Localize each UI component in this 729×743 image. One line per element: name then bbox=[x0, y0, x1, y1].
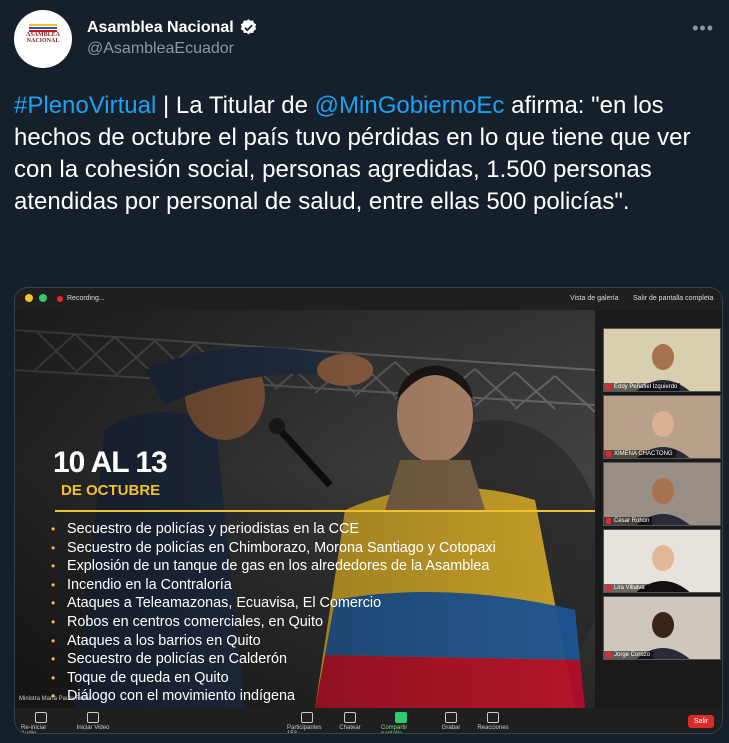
event-text: Diálogo con el movimiento indígena bbox=[67, 688, 295, 705]
muted-mic-icon bbox=[606, 585, 611, 591]
muted-mic-icon bbox=[606, 451, 611, 457]
participant-name: XIMENA CHACTONG bbox=[604, 450, 676, 458]
speaker-credit: Ministra María Paula Romo bbox=[19, 696, 92, 702]
chat-label: Chatear bbox=[339, 725, 361, 731]
participant-name: Jorge Corozo bbox=[604, 651, 654, 659]
recording-indicator: Recording... bbox=[57, 295, 105, 302]
bullet-icon: • bbox=[51, 614, 56, 629]
zoom-top-bar: Recording... Vista de galería Salir de p… bbox=[15, 288, 722, 310]
share-label: Compartir pantalla bbox=[381, 725, 408, 734]
event-item: • Secuestro de policías en Calderón bbox=[51, 650, 496, 669]
event-item: • Secuestro de policías y periodistas en … bbox=[51, 520, 496, 539]
participants-label: Participantes 153 bbox=[287, 725, 327, 734]
recording-dot-icon bbox=[57, 295, 63, 302]
account-name[interactable]: Asamblea Nacional bbox=[87, 19, 234, 37]
record-label: Grabar bbox=[441, 725, 461, 731]
tweet-text: #PlenoVirtual | La Titular de @MinGobier… bbox=[14, 90, 714, 218]
share-screen-button[interactable]: Compartir pantalla bbox=[381, 712, 421, 734]
audio-label: Re-iniciar Audio bbox=[21, 725, 47, 734]
chat-icon bbox=[344, 712, 356, 723]
yellow-divider bbox=[55, 510, 595, 512]
record-icon bbox=[445, 712, 457, 723]
shared-screen: 10 AL 13 DE OCTUBRE • Secuestro de policí… bbox=[15, 310, 595, 708]
chat-button[interactable]: Chatear bbox=[330, 712, 370, 731]
bullet-icon: • bbox=[51, 633, 56, 648]
participant-name: Eddy Peñafiel Izquierdo bbox=[604, 383, 681, 391]
event-text: Incendio en la Contraloría bbox=[67, 576, 232, 593]
muted-mic-icon bbox=[606, 384, 611, 390]
tweet-text-part1: | La Titular de bbox=[156, 92, 315, 119]
muted-mic-icon bbox=[606, 652, 611, 658]
bullet-icon: • bbox=[51, 540, 56, 555]
reactions-button[interactable]: Reacciones bbox=[473, 712, 513, 731]
verified-badge-icon bbox=[240, 19, 256, 35]
event-item: • Robos en centros comerciales, en Quito bbox=[51, 613, 496, 632]
event-item: • Incendio en la Contraloría bbox=[51, 576, 496, 595]
event-text: Secuestro de policías y periodistas en l… bbox=[67, 521, 359, 537]
bullet-icon: • bbox=[51, 596, 56, 611]
more-options-icon[interactable]: ••• bbox=[692, 18, 714, 39]
participant-tile[interactable]: XIMENA CHACTONG bbox=[603, 395, 721, 459]
bullet-icon: • bbox=[51, 652, 56, 667]
zoom-status-icons bbox=[25, 294, 47, 302]
event-item: • Ataques a los barrios en Quito bbox=[51, 632, 496, 651]
event-text: Ataques a Teleamazonas, Ecuavisa, El Com… bbox=[67, 595, 382, 612]
leave-meeting-button[interactable]: Salir bbox=[687, 715, 714, 728]
event-text: Toque de queda en Quito bbox=[67, 669, 229, 686]
event-text: Robos en centros comerciales, en Quito bbox=[67, 613, 323, 630]
events-list: • Secuestro de policías y periodistas en … bbox=[51, 520, 496, 706]
record-button[interactable]: Grabar bbox=[431, 712, 471, 731]
recording-label: Recording... bbox=[67, 295, 105, 302]
bullet-icon: • bbox=[51, 670, 56, 685]
participant-tile[interactable]: Eddy Peñafiel Izquierdo bbox=[603, 328, 721, 392]
bullet-icon: • bbox=[51, 522, 56, 536]
audio-button[interactable]: Re-iniciar Audio bbox=[21, 712, 61, 734]
tweet-header: ASAMBLEA NACIONAL Asamblea Nacional @Asa… bbox=[14, 10, 714, 72]
account-handle[interactable]: @AsambleaEcuador bbox=[87, 40, 234, 58]
account-name-row: Asamblea Nacional bbox=[87, 18, 258, 37]
date-heading: 10 AL 13 bbox=[53, 446, 168, 479]
event-item: • Explosión de un tanque de gas en los al… bbox=[51, 557, 496, 576]
event-item: • Secuestro de policías en Chimborazo, Mo… bbox=[51, 539, 496, 558]
smiley-icon bbox=[487, 712, 499, 723]
bullet-icon: • bbox=[51, 559, 56, 574]
event-item: • Ataques a Teleamazonas, Ecuavisa, El Co… bbox=[51, 594, 496, 613]
event-text: Ataques a los barrios en Quito bbox=[67, 632, 261, 649]
event-text: Secuestro de policías en Chimborazo, Mor… bbox=[67, 539, 496, 556]
participant-tile[interactable]: Lira Villalva bbox=[603, 529, 721, 593]
gallery-view-button[interactable]: Vista de galería bbox=[570, 295, 619, 302]
muted-mic-icon bbox=[606, 518, 611, 524]
event-item: • Toque de queda en Quito bbox=[51, 669, 496, 688]
security-shield-icon bbox=[39, 294, 47, 302]
date-subheading: DE OCTUBRE bbox=[61, 482, 161, 499]
info-icon bbox=[25, 294, 33, 302]
bullet-icon: • bbox=[51, 577, 56, 592]
reactions-label: Reacciones bbox=[477, 725, 509, 731]
event-text: Secuestro de policías en Calderón bbox=[67, 651, 287, 668]
exit-fullscreen-button[interactable]: Salir de pantalla completa bbox=[633, 295, 714, 302]
participants-icon bbox=[301, 712, 313, 723]
participant-tile[interactable]: César Rohon bbox=[603, 462, 721, 526]
participants-count: 153 bbox=[287, 731, 298, 734]
participant-name: César Rohon bbox=[604, 517, 653, 525]
mention-link[interactable]: @MinGobiernoEc bbox=[315, 92, 505, 119]
headphones-icon bbox=[35, 712, 47, 723]
tweet-media-image[interactable]: Recording... Vista de galería Salir de p… bbox=[14, 287, 723, 734]
video-label: Iniciar Video bbox=[76, 725, 110, 731]
zoom-toolbar: Re-iniciar Audio Iniciar Video Participa… bbox=[15, 708, 722, 734]
avatar-logo-text: ASAMBLEA NACIONAL bbox=[25, 32, 60, 44]
event-text: Explosión de un tanque de gas en los alr… bbox=[67, 558, 490, 575]
avatar[interactable]: ASAMBLEA NACIONAL bbox=[14, 10, 72, 68]
participants-button[interactable]: Participantes 153 bbox=[287, 712, 327, 734]
video-button[interactable]: Iniciar Video bbox=[73, 712, 113, 731]
participant-tile[interactable]: Jorge Corozo bbox=[603, 596, 721, 660]
hashtag-link[interactable]: #PlenoVirtual bbox=[14, 92, 156, 119]
event-item: • Diálogo con el movimiento indígena bbox=[51, 687, 496, 706]
video-camera-icon bbox=[87, 712, 99, 723]
logo-icon bbox=[29, 24, 57, 32]
share-screen-icon bbox=[395, 712, 407, 723]
